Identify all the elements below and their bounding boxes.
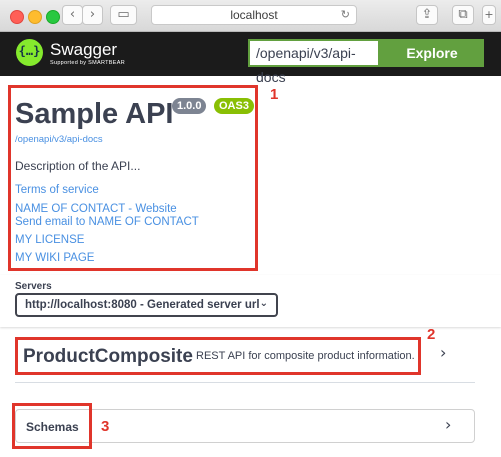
address-bar[interactable]: localhost ↻ — [151, 5, 357, 25]
back-icon: ‹ — [69, 7, 76, 22]
explore-button[interactable]: Explore — [380, 39, 484, 67]
close-window-button[interactable] — [10, 10, 24, 24]
minimize-window-button[interactable] — [28, 10, 42, 24]
annotation-box-3 — [12, 403, 92, 449]
share-icon: ⇪ — [421, 7, 433, 22]
reload-icon[interactable]: ↻ — [341, 6, 350, 24]
brand-subtitle: Supported by SMARTBEAR — [50, 60, 125, 66]
brand-name[interactable]: Swagger — [50, 40, 117, 60]
share-button[interactable]: ⇪ — [416, 5, 438, 25]
tag-divider — [15, 382, 475, 383]
plus-icon: + — [484, 8, 494, 21]
annotation-number-2: 2 — [427, 326, 436, 343]
expand-tag-chevron-icon[interactable]: › — [440, 343, 446, 362]
address-text: localhost — [230, 8, 278, 22]
tabs-icon: ⧉ — [458, 7, 468, 22]
sidebar-icon: ▭ — [117, 7, 130, 22]
browser-window: ‹ › ▭ localhost ↻ ⇪ ⧉ + {…} Swagger Supp… — [0, 0, 501, 457]
server-selected-value: http://localhost:8080 - Generated server… — [25, 299, 260, 311]
chevron-down-icon: ⌄ — [259, 298, 268, 309]
annotation-box-1 — [8, 85, 258, 271]
annotation-number-1: 1 — [270, 86, 279, 103]
sidebar-toggle-button[interactable]: ▭ — [110, 5, 137, 25]
zoom-window-button[interactable] — [46, 10, 60, 24]
forward-button[interactable]: › — [82, 5, 103, 25]
expand-schemas-chevron-icon[interactable]: › — [445, 415, 451, 434]
swagger-logo-icon[interactable]: {…} — [16, 39, 43, 66]
server-select[interactable]: http://localhost:8080 - Generated server… — [15, 293, 278, 317]
spec-url-input[interactable]: /openapi/v3/api-docs — [248, 39, 380, 85]
forward-icon: › — [89, 7, 96, 22]
back-button[interactable]: ‹ — [62, 5, 83, 25]
servers-label: Servers — [15, 281, 52, 292]
tabs-overview-button[interactable]: ⧉ — [452, 5, 474, 25]
browser-toolbar: ‹ › ▭ localhost ↻ ⇪ ⧉ + — [0, 0, 501, 32]
annotation-box-2 — [15, 337, 421, 375]
new-tab-button[interactable]: + — [482, 5, 496, 25]
annotation-number-3: 3 — [101, 418, 110, 435]
